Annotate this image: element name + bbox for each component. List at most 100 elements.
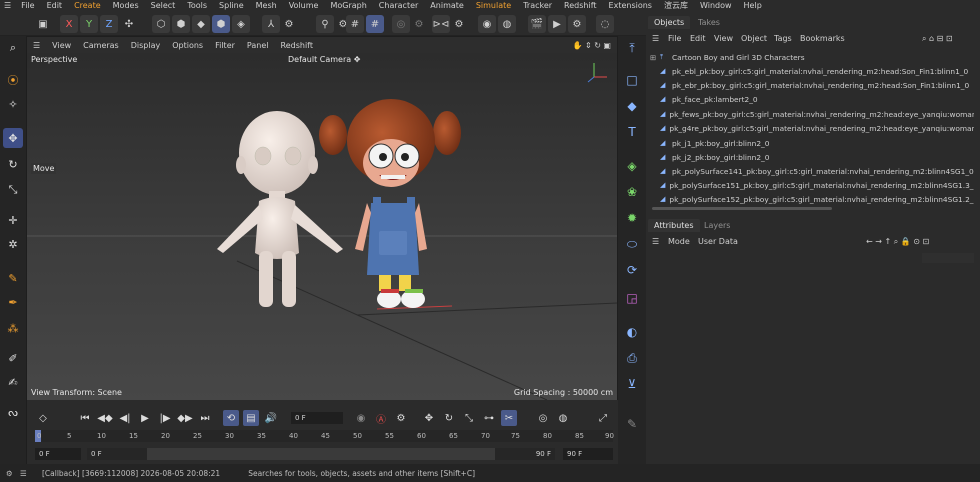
menu-item-17[interactable]: Window	[694, 0, 738, 12]
polygons-mode-icon[interactable]: ◆	[192, 15, 210, 33]
workplane-icon[interactable]: ◎	[392, 15, 410, 33]
spline-pen-icon[interactable]: ✍	[3, 372, 23, 392]
attributes-menu-user-data[interactable]: User Data	[698, 237, 738, 246]
render-view-icon[interactable]: 🎬	[528, 15, 546, 33]
keyframe-icon[interactable]: ◇	[35, 410, 51, 426]
menu-item-8[interactable]: Volume	[283, 0, 325, 12]
object-row[interactable]: ◢ pk_face_pk:lambert2_0	[650, 92, 974, 106]
axis-z-toggle[interactable]: Z	[100, 15, 118, 33]
autokey-icon[interactable]: Ⓐ	[373, 410, 389, 426]
field-icon[interactable]: ⟳	[622, 260, 642, 280]
motion-system-icon[interactable]: ◎	[535, 410, 551, 426]
objects-menu-bookmarks[interactable]: Bookmarks	[800, 34, 845, 43]
object-row[interactable]: ◢ pk_g4re_pk:boy_girl:c5:girl_material:n…	[650, 121, 974, 135]
tab-attributes[interactable]: Attributes	[648, 219, 700, 232]
snap-icon[interactable]: #	[346, 15, 364, 33]
render-region-icon[interactable]: ✎	[622, 414, 642, 434]
objects-menu-object[interactable]: Object	[741, 34, 767, 43]
scale-tool-icon[interactable]: ⤡	[3, 180, 23, 200]
prev-key-icon[interactable]: ◀◆	[97, 410, 113, 426]
text-icon[interactable]: T	[622, 122, 642, 142]
environment-icon[interactable]: ◐	[622, 322, 642, 342]
render-settings-icon[interactable]: ⚙	[568, 15, 586, 33]
object-row[interactable]: ◢ pk_ebr_pk:boy_girl:c5:girl_material:nv…	[650, 78, 974, 92]
rotate-tool-icon[interactable]: ↻	[3, 154, 23, 174]
model-mode-icon[interactable]: ⬢	[212, 15, 230, 33]
axis-y-toggle[interactable]: Y	[80, 15, 98, 33]
menu-item-13[interactable]: Tracker	[517, 0, 558, 12]
symmetry-settings-icon[interactable]: ⚙	[450, 15, 468, 33]
key-scale-icon[interactable]: ⤡	[461, 410, 477, 426]
menu-item-2[interactable]: Create	[68, 0, 107, 12]
light-icon[interactable]: ⊻	[622, 374, 642, 394]
menu-item-15[interactable]: Extensions	[603, 0, 658, 12]
attributes-menu-icon[interactable]: ☰	[652, 237, 659, 246]
deformer-icon[interactable]: ⬭	[622, 234, 642, 254]
key-param-icon[interactable]: ⊶	[481, 410, 497, 426]
attributes-menu-mode[interactable]: Mode	[668, 237, 690, 246]
axis-mode-icon[interactable]: ⅄	[262, 15, 280, 33]
objects-search-icon[interactable]: ⌕ ⌂ ⊟ ⊡	[922, 34, 953, 44]
objects-menu-tags[interactable]: Tags	[774, 34, 792, 43]
null-object-icon[interactable]: ⤒	[622, 38, 642, 58]
next-frame-icon[interactable]: |▶	[157, 410, 173, 426]
key-position-icon[interactable]: ✥	[421, 410, 437, 426]
object-row[interactable]: ⊞ ⤒ Cartoon Boy and Girl 3D Characters	[650, 50, 974, 64]
undo-icon[interactable]: ▣	[34, 15, 52, 33]
sketch-tool-icon[interactable]: ✒	[3, 292, 23, 312]
menu-item-0[interactable]: File	[15, 0, 40, 12]
next-key-icon[interactable]: ◆▶	[177, 410, 193, 426]
redshift-render-icon[interactable]: ◍	[498, 15, 516, 33]
viewport-menu-panel[interactable]: Panel	[241, 41, 275, 50]
object-row[interactable]: ◢ pk_polySurface141_pk:boy_girl:c5:girl_…	[650, 164, 974, 178]
record-icon[interactable]: ◉	[353, 410, 369, 426]
timeline-expand-icon[interactable]: ⤢	[595, 410, 611, 426]
range-max-field[interactable]: 90 F	[495, 448, 555, 460]
expand-icon[interactable]: ⊞	[650, 53, 658, 62]
menu-item-18[interactable]: Help	[738, 0, 768, 12]
tab-objects[interactable]: Objects	[648, 16, 691, 29]
redshift-icon[interactable]: ◉	[478, 15, 496, 33]
world-coordinates-icon[interactable]: ✣	[120, 15, 138, 33]
viewport-pan-icon[interactable]: ✋ ⇕ ↻ ▣	[566, 41, 617, 50]
range-slider[interactable]: 0 F 90 F	[87, 448, 555, 460]
axis-x-toggle[interactable]: X	[60, 15, 78, 33]
transform-tool-icon[interactable]: ✛	[3, 210, 23, 230]
axis-settings-icon[interactable]: ⚙	[280, 15, 298, 33]
effector-icon[interactable]: ✹	[622, 208, 642, 228]
object-row[interactable]: ◢ pk_ebl_pk:boy_girl:c5:girl_material:nv…	[650, 64, 974, 78]
spline-icon[interactable]: ◲	[622, 288, 642, 308]
menu-item-3[interactable]: Modes	[107, 0, 145, 12]
viewport-menu-view[interactable]: View	[46, 41, 77, 50]
paint-brush-icon[interactable]: ✐	[3, 348, 23, 368]
status-gear-icon[interactable]: ⚙	[6, 469, 20, 478]
cube-outline-icon[interactable]: □	[622, 70, 642, 90]
menu-item-9[interactable]: MoGraph	[324, 0, 372, 12]
menu-item-10[interactable]: Character	[373, 0, 425, 12]
symmetry-icon[interactable]: ⊳⊲	[432, 15, 450, 33]
viewport-menu-filter[interactable]: Filter	[209, 41, 241, 50]
menu-item-1[interactable]: Edit	[41, 0, 69, 12]
play-icon[interactable]: ▶	[137, 410, 153, 426]
snap-grid-icon[interactable]: #	[366, 15, 384, 33]
viewport-menu-cameras[interactable]: Cameras	[77, 41, 125, 50]
objects-menu-icon[interactable]: ☰	[652, 34, 659, 43]
3d-viewport[interactable]: Perspective Default Camera ✥ Move View T…	[27, 53, 617, 400]
object-select-icon[interactable]: ✧	[3, 94, 23, 114]
sculpt-brush-icon[interactable]: ᔓ	[3, 402, 23, 422]
viewport-menu-icon[interactable]: ☰	[27, 41, 46, 50]
objects-scrollbar[interactable]	[652, 207, 832, 210]
key-rotation-icon[interactable]: ↻	[441, 410, 457, 426]
generator-icon[interactable]: ◈	[622, 156, 642, 176]
menu-item-12[interactable]: Simulate	[470, 0, 517, 12]
move-tool-icon[interactable]: ✥	[3, 128, 23, 148]
viewport-menu-options[interactable]: Options	[166, 41, 209, 50]
objects-menu-file[interactable]: File	[668, 34, 681, 43]
uv-mode-icon[interactable]: ◈	[232, 15, 250, 33]
points-mode-icon[interactable]: ⬡	[152, 15, 170, 33]
sound-icon[interactable]: 🔊	[263, 410, 279, 426]
menu-item-4[interactable]: Select	[145, 0, 182, 12]
live-selection-icon[interactable]: ⦿	[3, 70, 23, 90]
object-row[interactable]: ◢ pk_polySurface151_pk:boy_girl:c5:girl_…	[650, 178, 974, 192]
status-info-icon[interactable]: ☰	[20, 469, 34, 478]
